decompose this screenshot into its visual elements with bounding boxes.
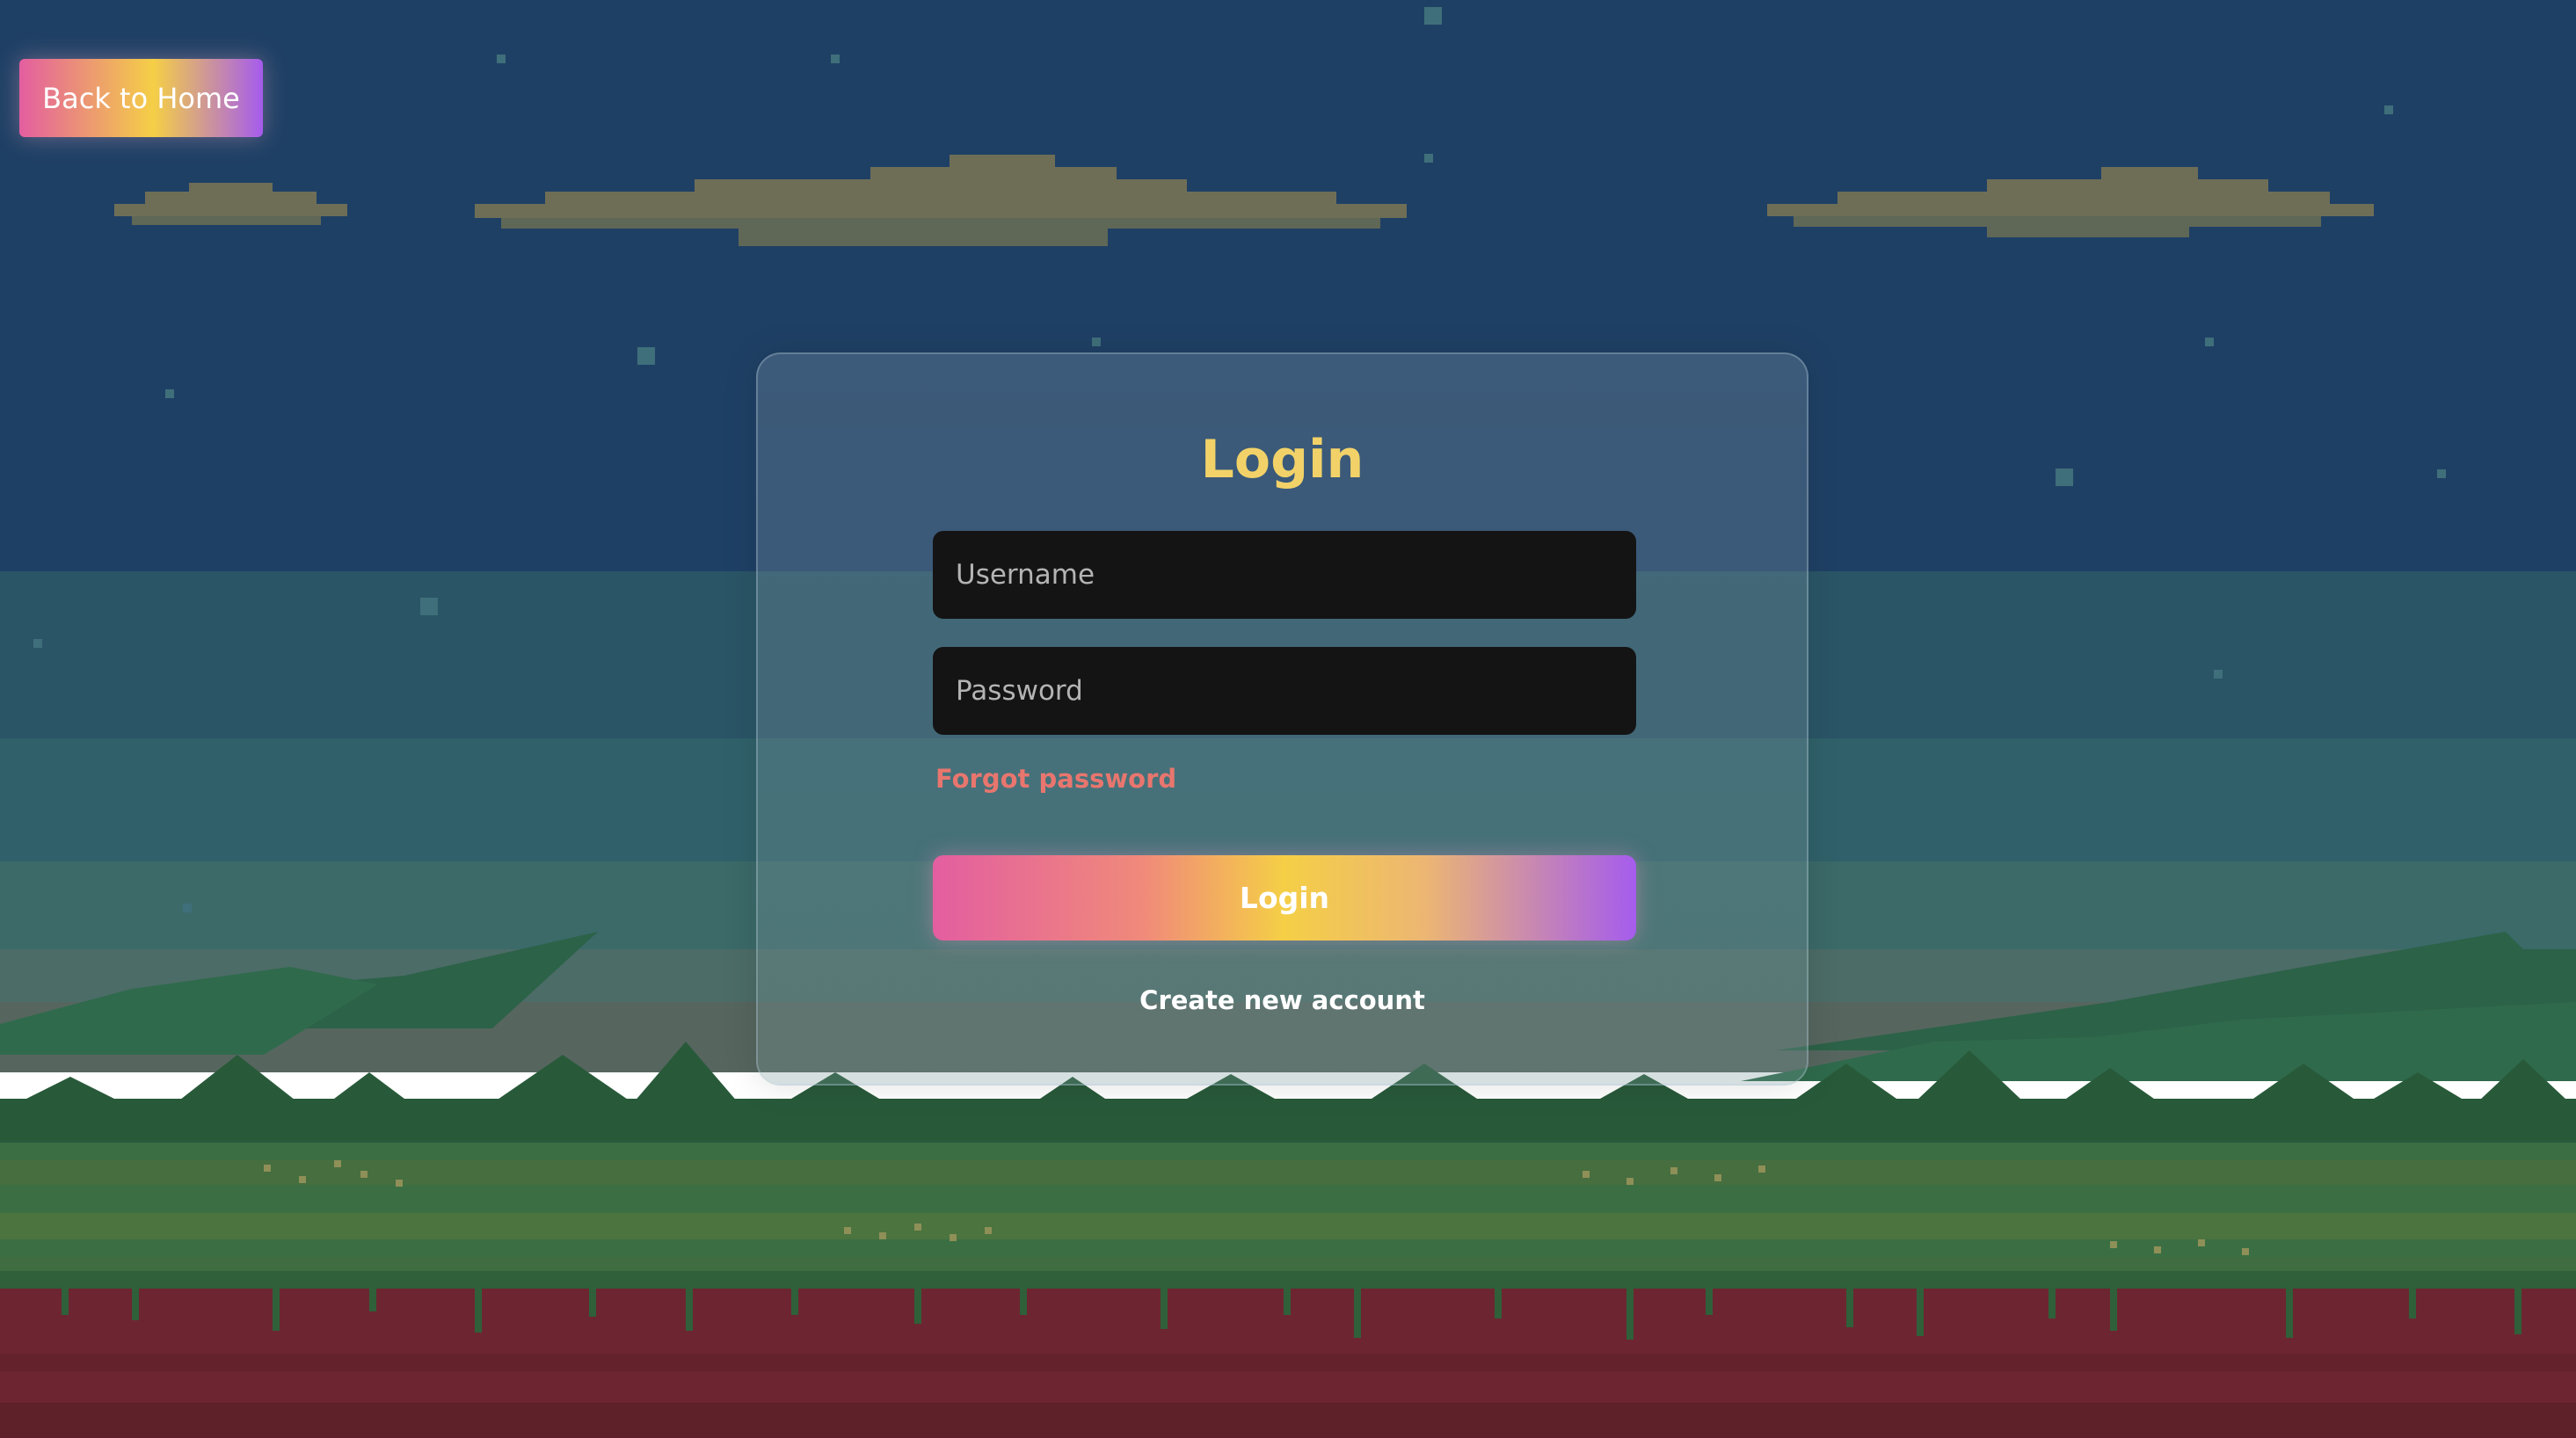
meadow-band <box>0 1213 2576 1239</box>
soil-band <box>0 1403 2576 1438</box>
create-account-link[interactable]: Create new account <box>758 985 1807 1015</box>
login-card: Login Forgot password Login Create new a… <box>756 352 1808 1086</box>
soil-band <box>0 1354 2576 1371</box>
login-title: Login <box>1200 429 1364 490</box>
login-submit-button[interactable]: Login <box>933 855 1636 941</box>
meadow-band <box>0 1160 2576 1185</box>
back-to-home-button[interactable]: Back to Home <box>19 59 263 137</box>
username-input[interactable] <box>933 531 1636 619</box>
soil-top <box>0 1271 2576 1289</box>
forgot-password-link[interactable]: Forgot password <box>935 764 1176 794</box>
password-input[interactable] <box>933 647 1636 735</box>
